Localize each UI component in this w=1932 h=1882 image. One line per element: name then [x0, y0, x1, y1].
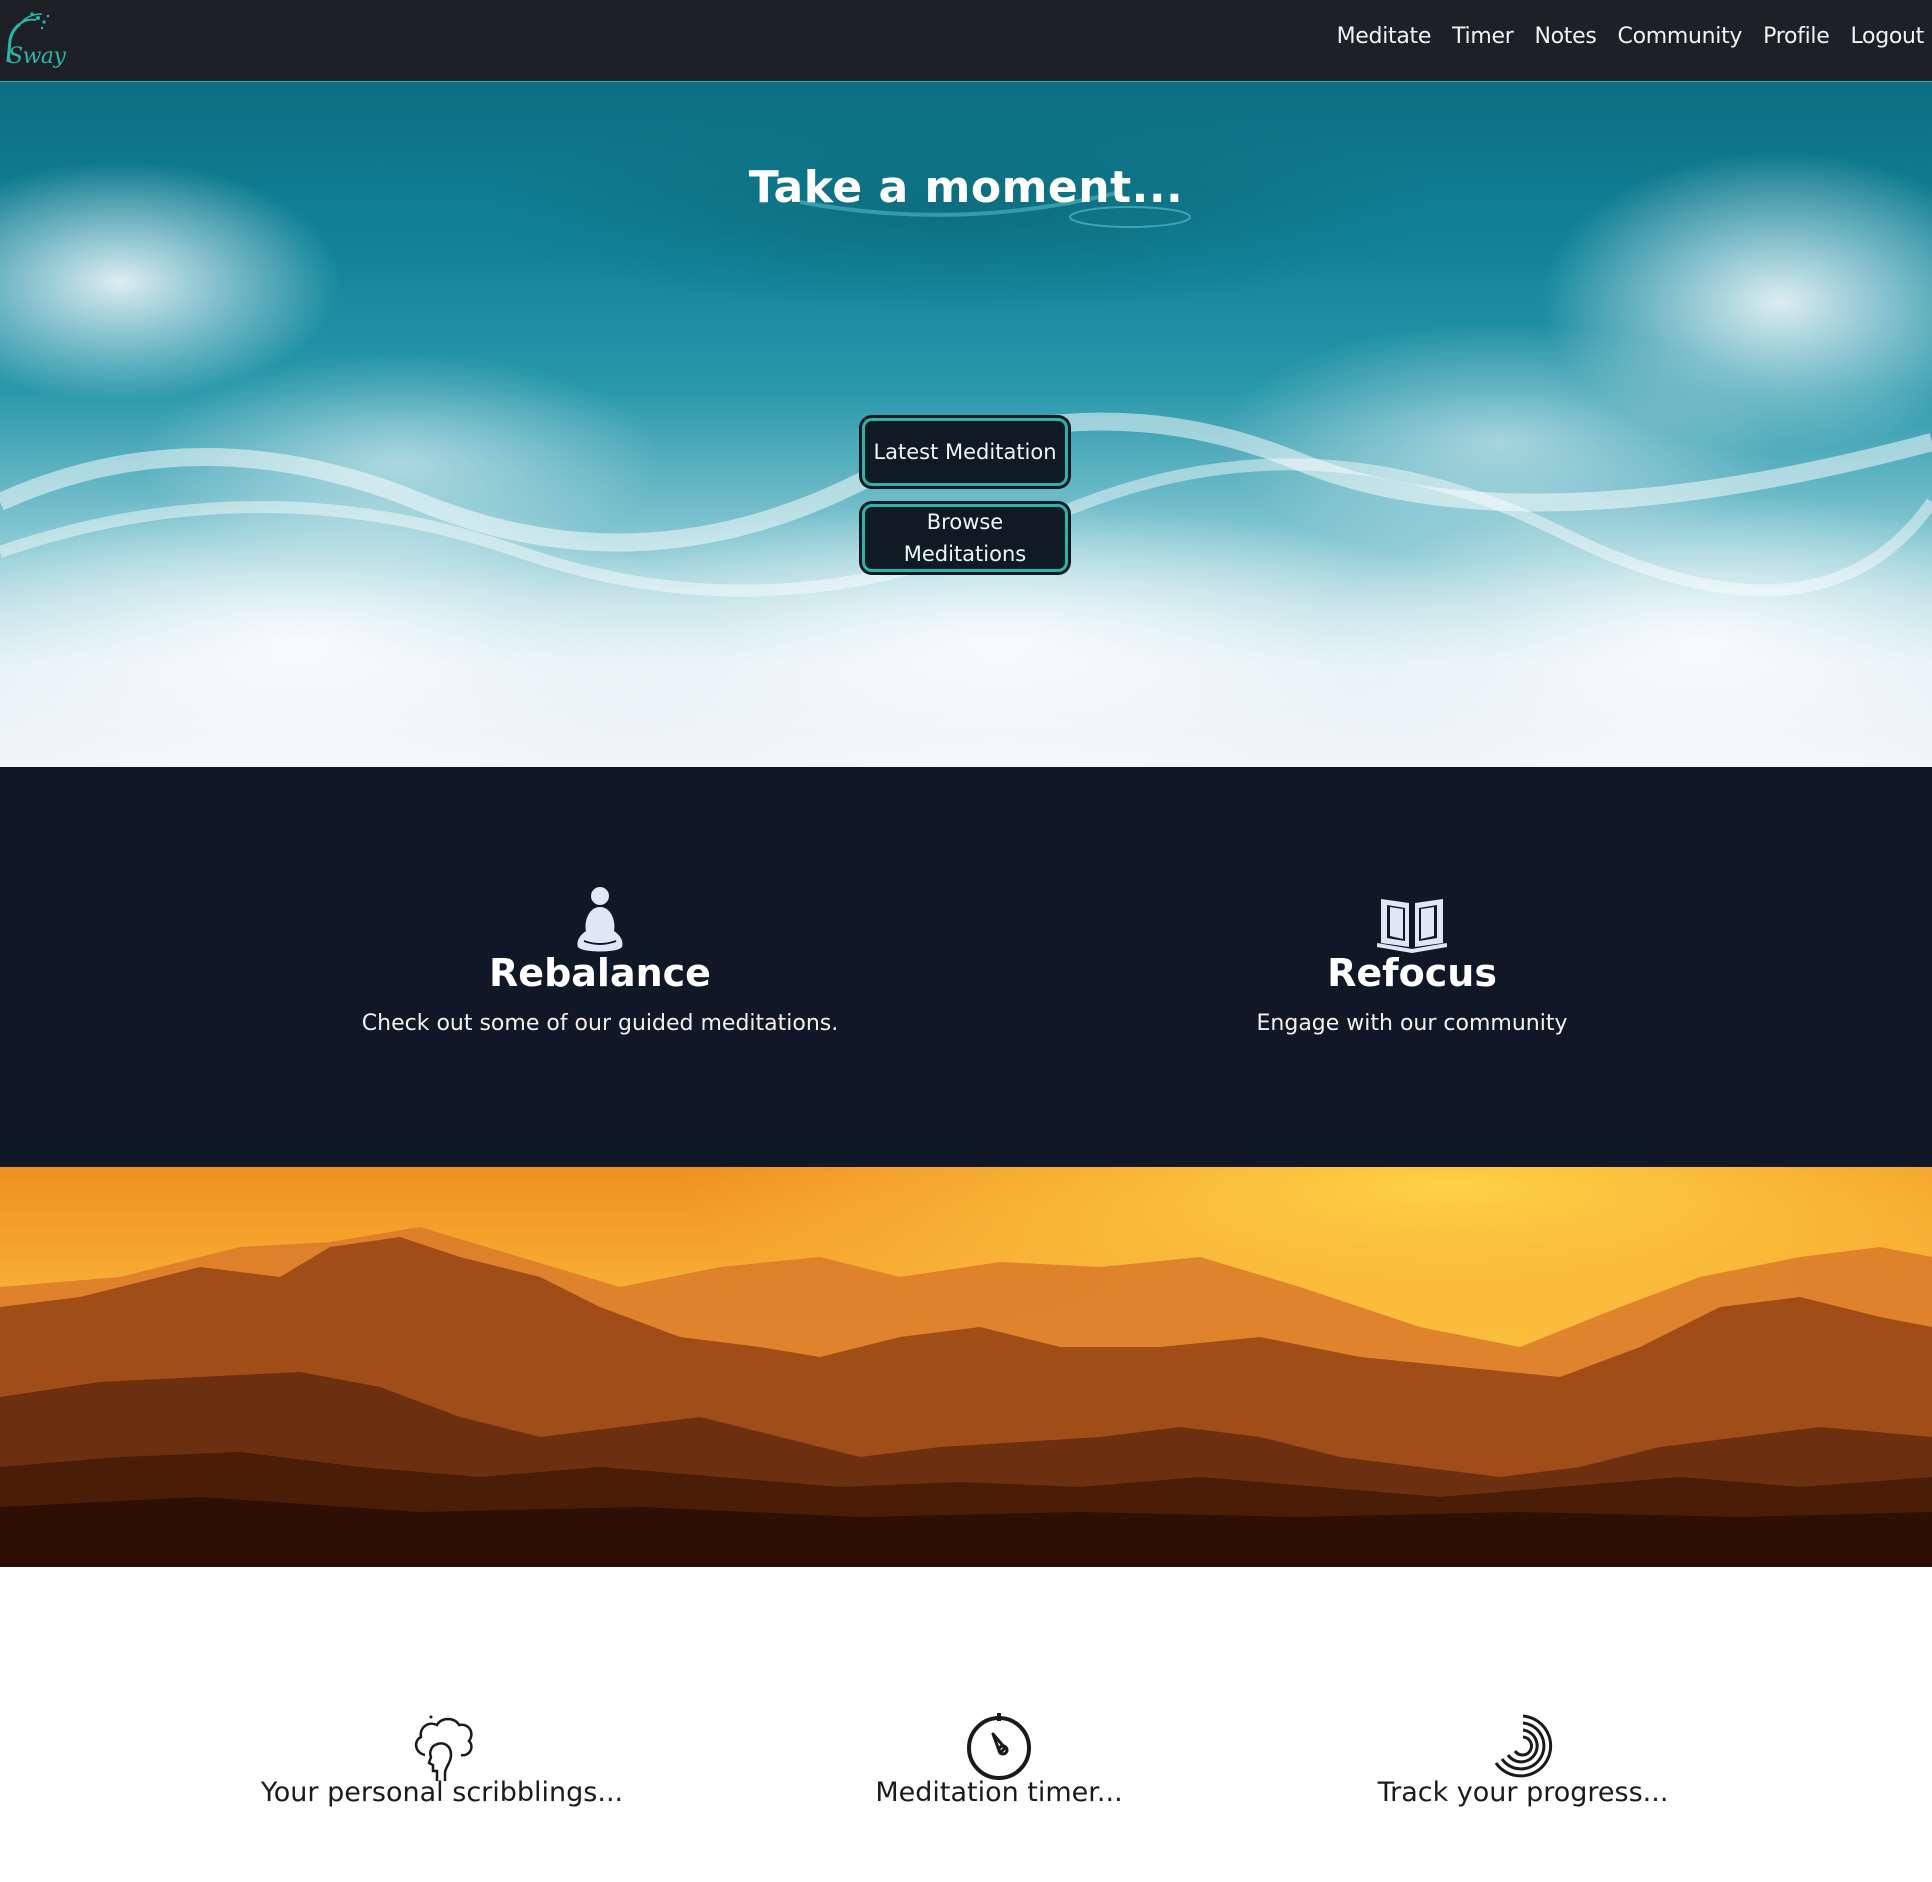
tools-section: Your personal scribblings... Meditation …: [0, 1567, 1932, 1882]
latest-meditation-button[interactable]: Latest Meditation: [862, 418, 1068, 486]
mountain-sunset-banner: [0, 1167, 1932, 1567]
page: Sway Meditate Timer Notes Community Prof…: [0, 0, 1932, 1882]
tool-label: Meditation timer...: [875, 1777, 1123, 1808]
feature-title: Refocus: [1327, 951, 1497, 995]
nav-links: Meditate Timer Notes Community Profile L…: [1337, 0, 1925, 72]
open-book-icon: [1377, 899, 1447, 953]
sway-logo[interactable]: Sway: [2, 10, 66, 69]
hero-section: Take a moment... Latest Meditation Brows…: [0, 82, 1932, 767]
stopwatch-icon: [967, 1713, 1031, 1780]
feature-subtitle: Check out some of our guided meditations…: [361, 1011, 839, 1036]
browse-meditations-button[interactable]: Browse Meditations: [862, 504, 1068, 572]
nav-link-community[interactable]: Community: [1618, 24, 1743, 49]
nav-link-timer[interactable]: Timer: [1452, 24, 1514, 49]
thinking-head-icon: [414, 1715, 473, 1781]
tool-label: Track your progress...: [1377, 1777, 1669, 1808]
features-section: Rebalance Check out some of our guided m…: [0, 767, 1932, 1167]
nav-link-meditate[interactable]: Meditate: [1337, 24, 1432, 49]
mountain-silhouette-image: [0, 1167, 1932, 1567]
feature-title: Rebalance: [489, 951, 711, 995]
navbar: Sway Meditate Timer Notes Community Prof…: [0, 0, 1932, 82]
brand-name: Sway: [8, 44, 66, 69]
nav-link-profile[interactable]: Profile: [1763, 24, 1830, 49]
nav-link-logout[interactable]: Logout: [1850, 24, 1924, 49]
progress-spiral-icon: [1494, 1714, 1553, 1778]
tool-label: Your personal scribblings...: [260, 1777, 624, 1808]
nav-link-notes[interactable]: Notes: [1534, 24, 1596, 49]
hero-title: Take a moment...: [748, 162, 1184, 213]
meditating-person-icon: [577, 887, 623, 952]
feature-subtitle: Engage with our community: [1256, 1011, 1568, 1036]
